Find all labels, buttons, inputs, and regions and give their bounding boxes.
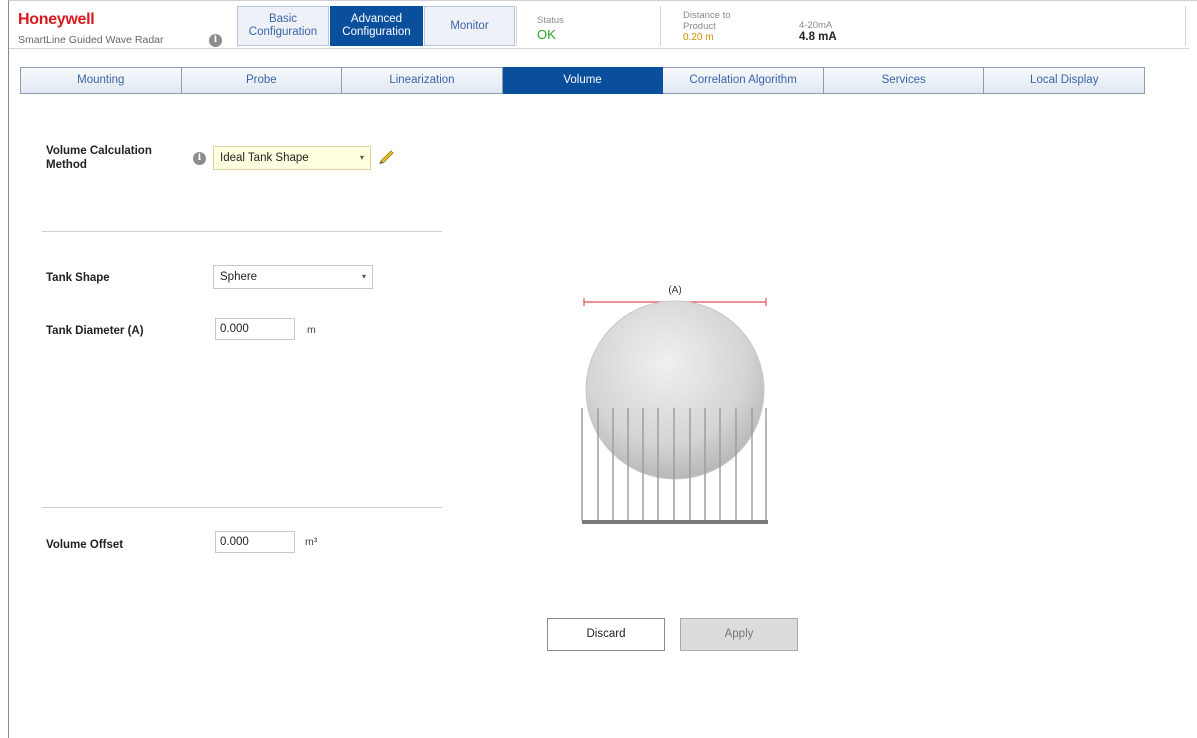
tank-diameter-input[interactable]: 0.000 [215,318,295,340]
status-label: Status [537,15,564,26]
tank-shape-value: Sphere [220,271,258,283]
apply-button[interactable]: Apply [680,618,798,651]
current-value: 4.8 mA [799,31,837,43]
tab-label-line2: Configuration [248,26,318,38]
info-icon[interactable]: i [193,152,206,165]
volume-method-select[interactable]: Ideal Tank Shape ▾ [213,146,371,170]
pencil-icon[interactable] [378,148,394,164]
header-divider [9,48,1189,49]
dropdown-caret-icon: ▾ [359,153,364,162]
tab-advanced-configuration[interactable]: Advanced Configuration [330,6,423,46]
brand-logo: Honeywell [18,11,95,28]
distance-value: 0.20 m [683,32,714,43]
volume-method-label-line1: Volume Calculation [46,145,152,157]
sphere-tank-diagram: (A) [581,285,768,524]
dimension-label: (A) [668,285,681,296]
volume-method-label: Volume Calculation Method [46,144,152,172]
subtab-probe[interactable]: Probe [181,67,343,94]
volume-method-label-line2: Method [46,159,87,171]
tab-label-line2: Configuration [342,26,411,38]
distance-label-line1: Distance to [683,10,731,21]
tank-shape-label: Tank Shape [46,272,110,284]
tab-label-line1: Basic [268,13,298,25]
tank-diameter-unit: m [307,324,316,336]
subtab-linearization[interactable]: Linearization [342,67,503,94]
subtab-correlation-algorithm[interactable]: Correlation Algorithm [663,67,824,94]
product-name: SmartLine Guided Wave Radar [18,34,164,46]
status-value: OK [537,27,556,42]
tab-basic-configuration[interactable]: Basic Configuration [237,6,329,46]
volume-offset-unit: m³ [305,536,318,548]
tank-diameter-label: Tank Diameter (A) [46,325,144,337]
tank-base [582,520,768,524]
logo-block: Honeywell SmartLine Guided Wave Radar i [9,7,246,51]
section-divider [42,231,442,232]
current-label: 4-20mA [799,20,833,31]
current-indicator: 4-20mA 4.8 mA [790,6,920,46]
volume-method-value: Ideal Tank Shape [220,152,309,164]
header-spacer [920,6,1186,46]
info-icon[interactable]: i [209,34,222,47]
tab-label-line1: Advanced [350,13,403,25]
tank-shape-select[interactable]: Sphere ▾ [213,265,373,289]
volume-offset-input[interactable]: 0.000 [215,531,295,553]
tab-monitor[interactable]: Monitor [424,6,515,46]
distance-indicator: Distance to Product 0.20 m [660,6,790,46]
tab-label: Monitor [450,19,489,32]
subtab-services[interactable]: Services [823,67,985,94]
volume-offset-label: Volume Offset [46,539,124,551]
sub-tab-bar: Mounting Probe Linearization Volume Corr… [20,67,1146,94]
status-indicator: Status OK [516,6,659,46]
subtab-volume[interactable]: Volume [502,67,664,94]
discard-button[interactable]: Discard [547,618,665,651]
distance-label-line2: Product [683,21,716,32]
subtab-local-display[interactable]: Local Display [984,67,1146,94]
dropdown-caret-icon: ▾ [361,272,366,281]
section-divider [42,507,442,508]
subtab-mounting[interactable]: Mounting [20,67,182,94]
